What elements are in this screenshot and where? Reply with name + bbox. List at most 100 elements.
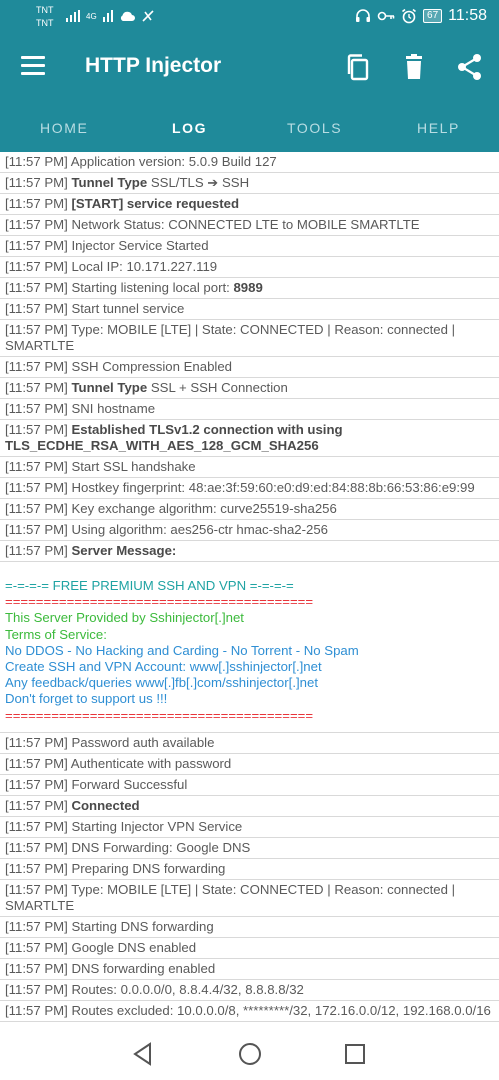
log-message-bold: Tunnel Type (71, 175, 148, 190)
log-message: DNS Forwarding: Google DNS (71, 839, 251, 855)
log-entry: [11:57 PM] Tunnel Type SSL/TLS ➔ SSH (0, 173, 499, 194)
log-entry: [11:57 PM] Established TLSv1.2 connectio… (0, 420, 499, 457)
log-entry: [11:57 PM] Injector Service Started (0, 236, 499, 257)
log-message: SNI hostname (71, 401, 156, 416)
tab-home[interactable]: HOME (40, 120, 88, 136)
log-message: Starting Injector VPN Service (71, 818, 243, 834)
delete-icon[interactable] (399, 52, 429, 82)
log-message-bold: Tunnel Type (71, 380, 148, 395)
log-timestamp: [11:57 PM] (5, 776, 68, 792)
log-message: SSH Compression Enabled (71, 359, 232, 374)
signal-icon (66, 10, 80, 22)
log-message: Start tunnel service (71, 301, 185, 316)
log-timestamp: [11:57 PM] (5, 960, 68, 976)
log-entry: [11:57 PM] Forward Successful (0, 775, 499, 796)
log-message: Authenticate with password (70, 755, 232, 771)
log-timestamp: [11:57 PM] (5, 522, 68, 537)
log-timestamp: [11:57 PM] (5, 918, 68, 934)
status-left-icons: 4G (66, 9, 155, 23)
log-message: Type: MOBILE [LTE] | State: CONNECTED | … (5, 881, 456, 913)
log-entry: [11:57 PM] Hostkey fingerprint: 48:ae:3f… (0, 478, 499, 499)
alarm-icon (402, 8, 417, 24)
status-right: 67 11:58 (355, 7, 487, 25)
log-timestamp: [11:57 PM] (5, 380, 68, 395)
banner-terms-3: Any feedback/queries www[.]fb[.]com/sshi… (5, 675, 318, 691)
log-message: Starting DNS forwarding (71, 918, 214, 934)
log-timestamp: [11:57 PM] (5, 175, 68, 190)
log-timestamp: [11:57 PM] (5, 797, 68, 813)
copy-icon[interactable] (343, 52, 373, 82)
log-entry: [11:57 PM] Starting DNS forwarding (0, 917, 499, 938)
log-entry: [11:57 PM] Routes excluded: 10.0.0.0/8, … (0, 1001, 499, 1022)
log-message: Key exchange algorithm: curve25519-sha25… (71, 501, 337, 516)
log-timestamp: [11:57 PM] (5, 860, 68, 876)
log-timestamp: [11:57 PM] (5, 238, 68, 253)
share-icon[interactable] (455, 52, 485, 82)
log-entry: [11:57 PM] Password auth available (0, 733, 499, 754)
log-timestamp: [11:57 PM] (5, 280, 68, 295)
log-entry: [11:57 PM] Application version: 5.0.9 Bu… (0, 152, 499, 173)
server-message-banner: =-=-=-= FREE PREMIUM SSH AND VPN =-=-=-=… (0, 562, 499, 733)
log-timestamp: [11:57 PM] (5, 480, 68, 495)
status-bar: TNT TNT 4G 67 11:58 (0, 0, 499, 34)
log-entry: [11:57 PM] Google DNS enabled (0, 938, 499, 959)
log-timestamp: [11:57 PM] (5, 401, 68, 416)
log-timestamp: [11:57 PM] (5, 981, 68, 997)
log-timestamp: [11:57 PM] (5, 359, 68, 374)
banner-terms-title: Terms of Service: (5, 626, 107, 642)
banner-terms-4: Don't forget to support us !!! (5, 691, 168, 707)
log-entry: [11:57 PM] Authenticate with password (0, 754, 499, 775)
log-message: Local IP: 10.171.227.119 (71, 259, 218, 274)
log-message-bold: Server Message: (71, 543, 177, 558)
log-message: Password auth available (71, 734, 215, 750)
log-entry: [11:57 PM] SSH Compression Enabled (0, 357, 499, 378)
log-timestamp: [11:57 PM] (5, 259, 68, 274)
headset-icon (356, 9, 371, 22)
recents-icon[interactable] (342, 1041, 368, 1067)
log-entry: [11:57 PM] [START] service requested (0, 194, 499, 215)
log-message-bold: Connected (71, 797, 140, 813)
log-timestamp: [11:57 PM] (5, 839, 68, 855)
log-message: Routes: 0.0.0.0/0, 8.8.4.4/32, 8.8.8.8/3… (71, 981, 304, 997)
log-entry: [11:57 PM] DNS forwarding enabled (0, 959, 499, 980)
log-message: Google DNS enabled (71, 939, 197, 955)
log-message: Starting listening local port: (71, 280, 234, 295)
log-message: Hostkey fingerprint: 48:ae:3f:59:60:e0:d… (71, 480, 475, 495)
status-time: 11:58 (448, 7, 487, 24)
no-data-icon (142, 10, 154, 22)
menu-icon[interactable] (21, 56, 45, 76)
log-entry: [11:57 PM] Routes: 0.0.0.0/0, 8.8.4.4/32… (0, 980, 499, 1001)
log-entry: [11:57 PM] Starting Injector VPN Service (0, 817, 499, 838)
log-timestamp: [11:57 PM] (5, 881, 68, 897)
log-entry: [11:57 PM] Start SSL handshake (0, 457, 499, 478)
back-icon[interactable] (130, 1041, 156, 1067)
log-message: Forward Successful (71, 776, 188, 792)
log-timestamp: [11:57 PM] (5, 734, 68, 750)
log-message: Type: MOBILE [LTE] | State: CONNECTED | … (5, 322, 456, 353)
battery-indicator: 67 (423, 9, 443, 23)
log-bottom-section: [11:57 PM] Password auth available [11:57… (0, 733, 499, 1026)
log-entry: [11:57 PM] Tunnel Type SSL + SSH Connect… (0, 378, 499, 399)
log-message: Start SSL handshake (71, 459, 196, 474)
log-timestamp: [11:57 PM] (5, 939, 68, 955)
log-list[interactable]: [11:57 PM] Application version: 5.0.9 Bu… (0, 152, 499, 1026)
log-message: Network Status: CONNECTED LTE to MOBILE … (71, 217, 420, 232)
log-timestamp: [11:57 PM] (5, 543, 68, 558)
app-bar: HTTP Injector (0, 34, 499, 100)
tab-help[interactable]: HELP (417, 120, 460, 136)
log-timestamp: [11:57 PM] (5, 1002, 68, 1018)
banner-separator-top: ======================================== (5, 594, 314, 610)
log-timestamp: [11:57 PM] (5, 459, 68, 474)
log-entry: [11:57 PM] Server Message: (0, 541, 499, 562)
log-timestamp: [11:57 PM] (5, 818, 68, 834)
home-icon[interactable] (237, 1041, 263, 1067)
log-message: Using algorithm: aes256-ctr hmac-sha2-25… (71, 522, 329, 537)
network-type-label: 4G (86, 11, 97, 21)
log-message: Injector Service Started (71, 238, 209, 253)
key-icon (377, 11, 395, 21)
cloud-icon (120, 11, 135, 21)
log-message-suffix: SSL + SSH Connection (147, 380, 288, 395)
log-entry: [11:57 PM] Connected (0, 796, 499, 817)
tab-log[interactable]: LOG (172, 120, 207, 136)
tab-tools[interactable]: TOOLS (287, 120, 342, 136)
